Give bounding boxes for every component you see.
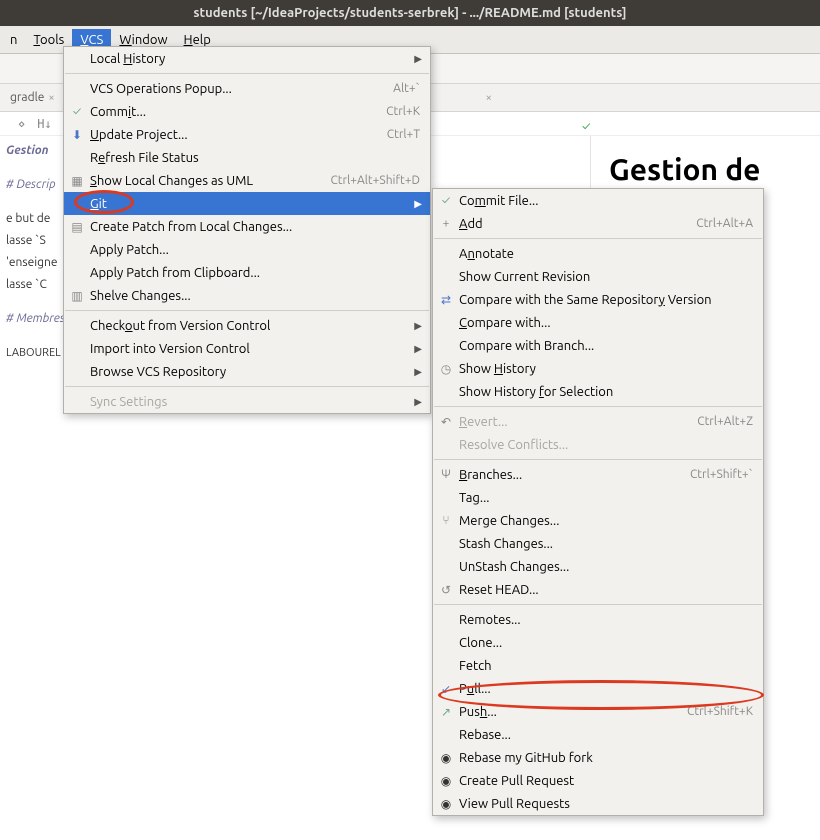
tab-readme[interactable]: × [476, 88, 503, 108]
vcs-menu: Local History▶ VCS Operations Popup...Al… [63, 46, 431, 414]
git-compare-with[interactable]: Compare with... [433, 311, 763, 334]
git-compare-repo[interactable]: ⇄Compare with the Same Repository Versio… [433, 288, 763, 311]
git-rebase[interactable]: Rebase... [433, 723, 763, 746]
git-unstash[interactable]: UnStash Changes... [433, 555, 763, 578]
vcs-git[interactable]: Git▶ [64, 192, 430, 215]
push-icon: ↗ [438, 705, 454, 719]
menu-n[interactable]: n [2, 29, 25, 51]
patch-icon: ▤ [69, 220, 85, 234]
git-add[interactable]: +AddCtrl+Alt+A [433, 212, 763, 235]
git-compare-branch[interactable]: Compare with Branch... [433, 334, 763, 357]
git-create-pr[interactable]: ◉Create Pull Request [433, 769, 763, 792]
vcs-refresh[interactable]: Refresh File Status [64, 146, 430, 169]
vcs-apply-patch[interactable]: Apply Patch... [64, 238, 430, 261]
history-icon: ◷ [438, 362, 454, 376]
git-revert: ↶Revert...Ctrl+Alt+Z [433, 410, 763, 433]
hierarchy-icon[interactable]: H↓ [37, 117, 51, 131]
git-branches[interactable]: ΨBranches...Ctrl+Shift+` [433, 463, 763, 486]
vcs-operations-popup[interactable]: VCS Operations Popup...Alt+` [64, 77, 430, 100]
vcs-import[interactable]: Import into Version Control▶ [64, 337, 430, 360]
update-icon: ⬇ [69, 128, 85, 142]
git-view-pr[interactable]: ◉View Pull Requests [433, 792, 763, 815]
shelve-icon: ▥ [69, 289, 85, 303]
code-text: Gestion # Descrip e but de lasse `S 'ens… [0, 136, 65, 364]
check-icon: ✓ [582, 120, 590, 133]
git-fetch[interactable]: Fetch [433, 654, 763, 677]
git-reset-head[interactable]: ↺Reset HEAD... [433, 578, 763, 601]
git-submenu: ✓Commit File... +AddCtrl+Alt+A Annotate … [432, 188, 764, 816]
github-icon: ◉ [438, 751, 454, 765]
revert-icon: ↶ [438, 415, 454, 429]
vcs-sync-settings: Sync Settings▶ [64, 390, 430, 413]
git-annotate[interactable]: Annotate [433, 242, 763, 265]
git-show-revision[interactable]: Show Current Revision [433, 265, 763, 288]
vcs-create-patch[interactable]: ▤Create Patch from Local Changes... [64, 215, 430, 238]
add-icon: + [438, 217, 454, 230]
vcs-apply-patch-clipboard[interactable]: Apply Patch from Clipboard... [64, 261, 430, 284]
git-clone[interactable]: Clone... [433, 631, 763, 654]
vcs-local-history[interactable]: Local History▶ [64, 47, 430, 70]
git-resolve-conflicts: Resolve Conflicts... [433, 433, 763, 456]
commit-icon: ✓ [69, 105, 85, 118]
git-show-history-selection[interactable]: Show History for Selection [433, 380, 763, 403]
vcs-commit[interactable]: ✓Commit...Ctrl+K [64, 100, 430, 123]
uml-icon: ▦ [69, 174, 85, 188]
git-merge[interactable]: ⑂Merge Changes... [433, 509, 763, 532]
tab-gradle[interactable]: gradle × [0, 87, 66, 108]
close-icon[interactable]: × [486, 92, 492, 104]
git-tag[interactable]: Tag... [433, 486, 763, 509]
preview-h1: Gestion de [609, 152, 820, 186]
vcs-checkout[interactable]: Checkout from Version Control▶ [64, 314, 430, 337]
git-remotes[interactable]: Remotes... [433, 608, 763, 631]
git-show-history[interactable]: ◷Show History [433, 357, 763, 380]
pull-icon: ↙ [438, 682, 454, 696]
git-pull[interactable]: ↙Pull... [433, 677, 763, 700]
reset-icon: ↺ [438, 583, 454, 597]
vcs-browse[interactable]: Browse VCS Repository▶ [64, 360, 430, 383]
git-stash[interactable]: Stash Changes... [433, 532, 763, 555]
structure-icon[interactable]: ⋄ [18, 117, 25, 131]
branch-icon: Ψ [438, 468, 454, 481]
commit-icon: ✓ [438, 194, 454, 207]
close-icon[interactable]: × [48, 92, 54, 104]
merge-icon: ⑂ [438, 514, 454, 527]
github-icon: ◉ [438, 774, 454, 788]
github-icon: ◉ [438, 797, 454, 811]
compare-icon: ⇄ [438, 293, 454, 307]
git-rebase-fork[interactable]: ◉Rebase my GitHub fork [433, 746, 763, 769]
vcs-show-uml[interactable]: ▦Show Local Changes as UMLCtrl+Alt+Shift… [64, 169, 430, 192]
git-push[interactable]: ↗Push...Ctrl+Shift+K [433, 700, 763, 723]
git-commit-file[interactable]: ✓Commit File... [433, 189, 763, 212]
vcs-update-project[interactable]: ⬇Update Project...Ctrl+T [64, 123, 430, 146]
window-titlebar: students [~/IdeaProjects/students-serbre… [0, 0, 820, 26]
vcs-shelve[interactable]: ▥Shelve Changes... [64, 284, 430, 307]
